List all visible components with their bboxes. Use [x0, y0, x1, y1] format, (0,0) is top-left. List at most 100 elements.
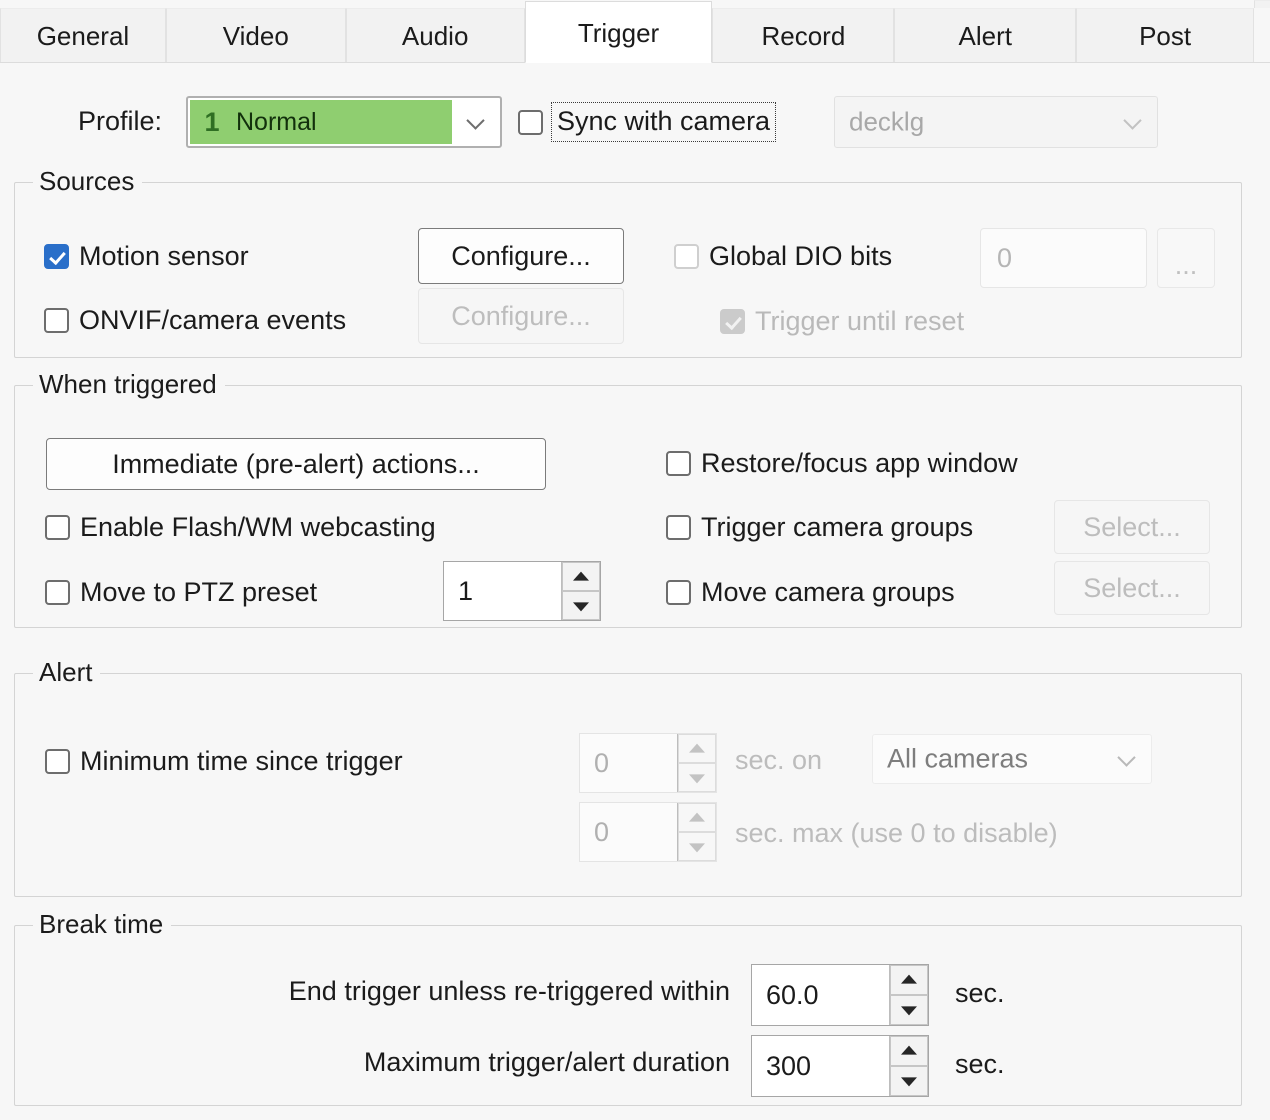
break-time-group-title: Break time [33, 909, 172, 940]
move-to-ptz-preset-row[interactable]: Move to PTZ preset [45, 577, 317, 608]
camera-scope-combobox[interactable]: All cameras [872, 734, 1152, 784]
global-dio-value-input[interactable]: 0 [980, 228, 1147, 288]
sync-with-camera-checkbox[interactable] [518, 109, 543, 135]
end-trigger-spinner-down-icon[interactable] [890, 995, 928, 1025]
tab-audio-label: Audio [401, 21, 469, 51]
camera-source-combobox[interactable]: decklg [834, 96, 1158, 148]
onvif-events-label: ONVIF/camera events [79, 305, 347, 335]
restore-focus-row[interactable]: Restore/focus app window [666, 448, 1018, 479]
trigger-camera-groups-checkbox[interactable] [666, 515, 691, 540]
immediate-actions-label: Immediate (pre-alert) actions... [112, 448, 480, 479]
ptz-preset-spinner[interactable]: 1 [443, 561, 601, 621]
camera-source-value: decklg [849, 106, 925, 137]
move-camera-groups-select-label: Select... [1083, 572, 1181, 603]
sources-group-title: Sources [33, 166, 143, 197]
camera-scope-value: All cameras [887, 743, 1029, 774]
end-trigger-spinner[interactable]: 60.0 [751, 964, 929, 1026]
max-duration-spinner-down-icon[interactable] [890, 1066, 928, 1096]
profile-selected-item: 1 Normal [190, 100, 452, 144]
sec-on-value: 0 [594, 747, 610, 778]
trigger-camera-groups-row[interactable]: Trigger camera groups [666, 512, 973, 543]
chevron-down-icon [1119, 749, 1137, 767]
minimum-time-since-trigger-row[interactable]: Minimum time since trigger [45, 746, 403, 777]
tab-alert[interactable]: Alert [894, 8, 1077, 62]
sync-with-camera-row[interactable]: Sync with camera [518, 102, 777, 142]
tab-post[interactable]: Post [1076, 8, 1255, 62]
restore-focus-label: Restore/focus app window [701, 448, 1018, 478]
move-camera-groups-select-button[interactable]: Select... [1054, 561, 1210, 615]
immediate-actions-button[interactable]: Immediate (pre-alert) actions... [46, 438, 546, 490]
motion-configure-button[interactable]: Configure... [418, 228, 624, 284]
tab-alert-label: Alert [958, 21, 1012, 51]
trigger-until-reset-row[interactable]: Trigger until reset [720, 306, 964, 337]
end-trigger-spinner-up-icon[interactable] [890, 965, 928, 995]
tab-overflow-stub[interactable] [1254, 0, 1270, 8]
tab-record[interactable]: Record [712, 8, 895, 62]
trigger-camera-groups-select-button[interactable]: Select... [1054, 500, 1210, 554]
sec-max-spinner-down-icon[interactable] [678, 832, 716, 861]
motion-sensor-row[interactable]: Motion sensor [44, 241, 249, 272]
onvif-events-row[interactable]: ONVIF/camera events [44, 305, 346, 336]
move-camera-groups-label: Move camera groups [701, 577, 955, 607]
tab-general[interactable]: General [0, 8, 166, 62]
ptz-preset-spinner-down-icon[interactable] [562, 591, 600, 620]
profile-number: 1 [204, 106, 220, 137]
sec-max-spinner-up-icon[interactable] [678, 803, 716, 832]
global-dio-browse-button[interactable]: ... [1157, 228, 1215, 288]
ptz-preset-spinner-up-icon[interactable] [562, 562, 600, 591]
tab-post-label: Post [1139, 21, 1192, 51]
profile-name: Normal [236, 107, 317, 136]
minimum-time-since-trigger-checkbox[interactable] [45, 749, 70, 774]
global-dio-row[interactable]: Global DIO bits [674, 241, 892, 272]
alert-group-title: Alert [33, 657, 101, 688]
tab-record-label: Record [761, 21, 846, 51]
flash-wm-webcasting-checkbox[interactable] [45, 515, 70, 540]
tab-audio[interactable]: Audio [345, 8, 525, 62]
end-trigger-unit: sec. [955, 978, 1005, 1008]
max-duration-unit: sec. [955, 1049, 1005, 1079]
profile-row: Profile: 1 Normal Sync with camera deckl… [0, 96, 1270, 154]
global-dio-checkbox[interactable] [674, 244, 699, 269]
tab-video-label: Video [222, 21, 289, 51]
profile-combobox[interactable]: 1 Normal [186, 96, 502, 148]
onvif-configure-button[interactable]: Configure... [418, 288, 624, 344]
flash-wm-webcasting-row[interactable]: Enable Flash/WM webcasting [45, 512, 436, 543]
max-duration-spinner[interactable]: 300 [751, 1035, 929, 1097]
ellipsis-icon: ... [1174, 250, 1198, 281]
tab-bar: General Video Audio Trigger Record Alert… [0, 0, 1270, 63]
sec-max-spinner[interactable]: 0 [579, 802, 717, 862]
end-trigger-value: 60.0 [766, 979, 819, 1010]
restore-focus-checkbox[interactable] [666, 451, 691, 476]
sec-on-spinner-down-icon[interactable] [678, 763, 716, 792]
chevron-down-icon [1125, 112, 1143, 130]
global-dio-label: Global DIO bits [709, 241, 893, 271]
move-camera-groups-checkbox[interactable] [666, 580, 691, 605]
sec-on-label: sec. on [735, 745, 823, 775]
sec-max-value: 0 [594, 816, 610, 847]
tab-trigger[interactable]: Trigger [524, 1, 713, 63]
max-duration-label: Maximum trigger/alert duration [363, 1047, 730, 1077]
motion-configure-label: Configure... [451, 240, 591, 271]
profile-label: Profile: [78, 106, 163, 136]
flash-wm-webcasting-label: Enable Flash/WM webcasting [80, 512, 436, 542]
motion-sensor-checkbox[interactable] [44, 244, 69, 269]
trigger-camera-groups-select-label: Select... [1083, 511, 1181, 542]
move-to-ptz-preset-checkbox[interactable] [45, 580, 70, 605]
sec-on-spinner[interactable]: 0 [579, 733, 717, 793]
trigger-until-reset-label: Trigger until reset [755, 306, 965, 336]
move-to-ptz-preset-label: Move to PTZ preset [80, 577, 318, 607]
move-camera-groups-row[interactable]: Move camera groups [666, 577, 955, 608]
sec-on-spinner-up-icon[interactable] [678, 734, 716, 763]
onvif-events-checkbox[interactable] [44, 308, 69, 333]
end-trigger-label: End trigger unless re-triggered within [288, 976, 730, 1006]
motion-sensor-label: Motion sensor [79, 241, 249, 271]
trigger-camera-groups-label: Trigger camera groups [701, 512, 974, 542]
sec-max-label: sec. max (use 0 to disable) [735, 818, 1058, 848]
max-duration-spinner-up-icon[interactable] [890, 1036, 928, 1066]
tab-video[interactable]: Video [165, 8, 346, 62]
minimum-time-since-trigger-label: Minimum time since trigger [80, 746, 403, 776]
max-duration-value: 300 [766, 1050, 812, 1081]
global-dio-value: 0 [997, 242, 1013, 273]
trigger-until-reset-checkbox[interactable] [720, 309, 745, 334]
break-time-group: Break time [14, 909, 1242, 1106]
